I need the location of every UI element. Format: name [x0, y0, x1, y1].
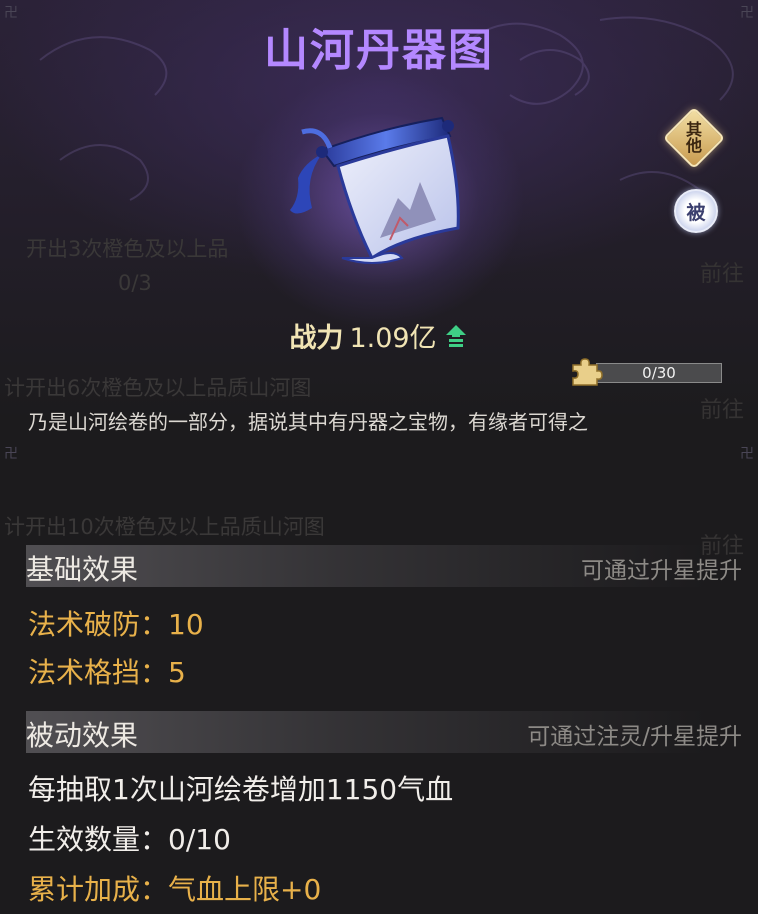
background-go-button: 前往 — [699, 262, 744, 287]
corner-ornament: 卍 — [740, 446, 754, 462]
fragment-progress: 0/30 — [570, 356, 722, 386]
fragment-progress-bar: 0/30 — [596, 363, 722, 383]
base-effect-title: 基础效果 — [26, 553, 139, 586]
passive-effect-header: 被动效果 可通过注灵/升星提升 — [26, 711, 742, 753]
scroll-icon — [290, 116, 460, 264]
background-go-button: 前往 — [699, 398, 744, 423]
power-rating: 战力 1.09亿 — [0, 316, 758, 355]
cumulative-bonus: 累计加成：气血上限+0 — [28, 873, 322, 906]
item-title: 山河丹器图 — [264, 25, 494, 76]
passive-effect-title: 被动效果 — [26, 719, 139, 752]
background-task-text: 计开出10次橙色及以上品质山河图 — [4, 515, 325, 539]
effective-count: 生效数量：0/10 — [28, 823, 231, 856]
puzzle-piece-icon — [572, 358, 603, 386]
passive-tag[interactable]: 被 — [674, 189, 718, 233]
corner-ornament: 卍 — [4, 446, 18, 462]
item-description: 乃是山河绘卷的一部分，据说其中有丹器之宝物，有缘者可得之 — [28, 410, 588, 434]
base-effect-header: 基础效果 可通过升星提升 — [26, 545, 742, 587]
progress-text: 0/30 — [642, 364, 676, 382]
other-tag-text: 其他 — [685, 120, 702, 155]
base-effect-hint: 可通过升星提升 — [581, 558, 742, 584]
passive-tag-text: 被 — [686, 201, 706, 224]
power-label: 战力 — [289, 323, 344, 354]
stat-magic-penetration: 法术破防：10 — [28, 608, 204, 641]
stat-magic-block: 法术格挡：5 — [28, 656, 186, 689]
power-value: 1.09亿 — [349, 323, 437, 354]
passive-effect-hint: 可通过注灵/升星提升 — [527, 724, 742, 750]
up-arrow-icon — [445, 324, 466, 347]
passive-effect-text: 每抽取1次山河绘卷增加1150气血 — [28, 773, 454, 806]
